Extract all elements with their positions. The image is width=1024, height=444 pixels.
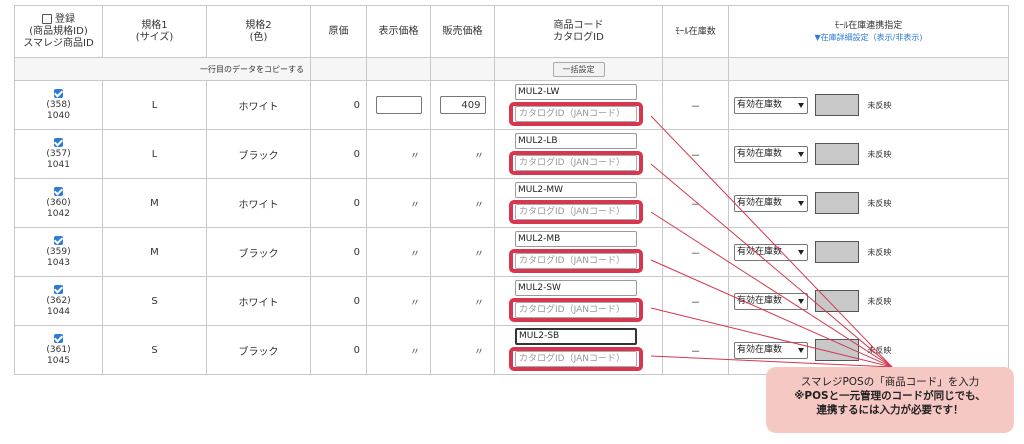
callout-line-3: 連携するには入力が必要です！ [816,404,964,416]
annotation-callout: スマレジPOSの「商品コード」を入力 ※POSと一元管理のコードが同じでも、 連… [766,367,1014,433]
callout-line-2: ※POSと一元管理のコードが同じでも、 [794,390,986,402]
connector-line-3 [650,211,893,368]
connector-line-2 [650,163,893,368]
connector-line-1 [650,115,893,368]
connector-line-4 [650,259,893,368]
callout-line-1: スマレジPOSの「商品コード」を入力 [800,376,980,388]
